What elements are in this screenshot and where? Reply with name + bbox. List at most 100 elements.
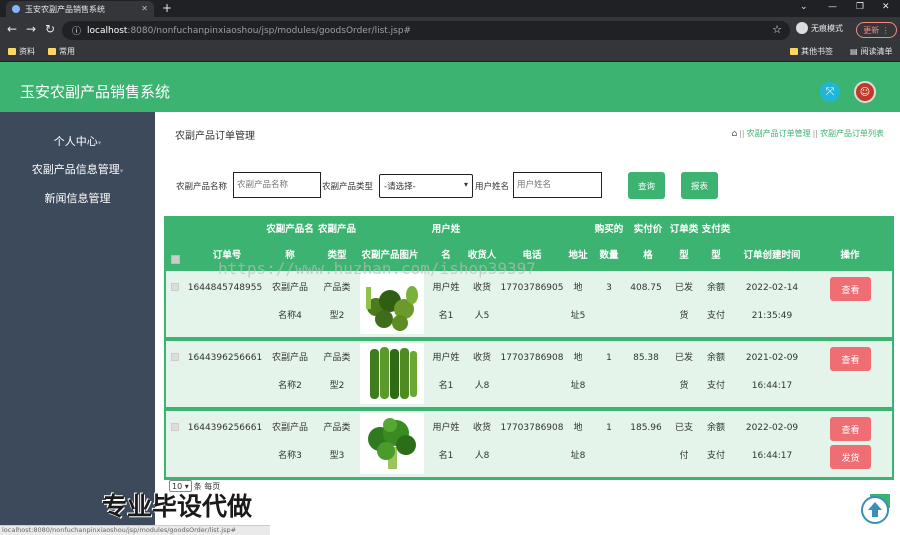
fullscreen-icon[interactable]: ⤧ [820, 82, 840, 102]
cell-address: 地 [573, 423, 583, 433]
view-button[interactable]: 查看 [830, 277, 871, 301]
row-checkbox[interactable] [171, 353, 179, 361]
close-window-icon[interactable]: ✕ [882, 2, 890, 12]
col-user-top: 用户姓 [431, 224, 461, 235]
cell-order-type: 货 [679, 381, 689, 391]
cell-user: 用户姓 [432, 353, 460, 363]
watermark-text: https://www.huzhan.com/ishop39397 [218, 259, 536, 278]
sidebar-item-news[interactable]: 新闻信息管理 [0, 190, 155, 206]
tab-close-icon[interactable]: ✕ [141, 4, 148, 13]
url-field[interactable]: ⓘ localhost:8080/nonfuchanpinxiaoshou/js… [62, 21, 790, 40]
home-icon[interactable]: ⌂ [732, 129, 738, 139]
bookmark-star-icon[interactable]: ☆ [772, 23, 782, 36]
col-ops: 操作 [840, 250, 860, 261]
app-title: 玉安农副产品销售系统 [20, 83, 171, 101]
cell-user: 名1 [438, 311, 454, 321]
col-price-bot: 格 [643, 250, 653, 261]
sidebar-item-label: 农副产品信息管理 [31, 163, 120, 176]
info-icon[interactable]: ⓘ [72, 24, 81, 37]
folder-icon [8, 48, 16, 55]
chevron-down-icon: ▾ [119, 167, 124, 175]
new-tab-icon[interactable]: + [162, 1, 172, 15]
cell-address: 址8 [570, 381, 586, 391]
table-row: 1644396256661 农副产品 名称2 产品类 型2 用户姓 名1 收货 … [166, 341, 892, 407]
chevron-down-icon: ▾ [463, 180, 468, 189]
bookmark-folder[interactable]: 常用 [48, 46, 75, 57]
reload-icon[interactable]: ↻ [45, 22, 55, 36]
promo-overlay-text: 专业毕设代做 [102, 492, 253, 521]
address-bar: ← → ↻ ⓘ localhost:8080/nonfuchanpinxiaos… [0, 17, 900, 43]
col-type-top: 农副产品 [317, 224, 356, 235]
user-name-input[interactable] [513, 172, 602, 198]
reading-list-icon: ▤ [850, 47, 858, 56]
tab-search-icon[interactable]: ⌄ [800, 2, 808, 12]
row-checkbox[interactable] [171, 283, 179, 291]
minimize-icon[interactable]: — [828, 2, 837, 12]
folder-icon [790, 48, 798, 55]
view-button[interactable]: 查看 [830, 417, 871, 441]
cell-order-type: 已发 [674, 283, 693, 293]
reading-list[interactable]: ▤ 阅读清单 [850, 46, 893, 57]
bookmark-label: 阅读清单 [860, 47, 893, 56]
cell-address: 地 [573, 353, 583, 363]
cell-type: 产品类 [323, 353, 351, 363]
breadcrumb-item[interactable]: 农副产品订单管理 [747, 128, 811, 139]
cell-phone: 17703786905 [500, 283, 564, 293]
url-host: localhost [87, 25, 128, 36]
back-icon[interactable]: ← [7, 22, 17, 36]
report-button[interactable]: 报表 [681, 172, 718, 199]
cell-pay-type: 余额 [706, 353, 725, 363]
sidebar-item-label: 新闻信息管理 [44, 192, 111, 205]
sidebar-item-product-info[interactable]: 农副产品信息管理▾ [0, 161, 155, 177]
cell-user: 名1 [438, 381, 454, 391]
cell-name: 农副产品 [271, 353, 308, 363]
bookmarks-bar: 资料 常用 其他书签 ▤ 阅读清单 [0, 43, 900, 62]
select-all-checkbox[interactable] [171, 255, 180, 264]
bookmark-folder[interactable]: 资料 [8, 46, 35, 57]
cell-pay-type: 支付 [706, 381, 725, 391]
cell-user: 用户姓 [432, 283, 460, 293]
forward-icon[interactable]: → [26, 22, 36, 36]
cell-address: 址8 [570, 451, 586, 461]
sidebar-item-label: 个人中心 [53, 135, 98, 148]
product-name-input[interactable] [233, 172, 321, 198]
col-created: 订单创建时间 [743, 250, 801, 261]
row-checkbox[interactable] [171, 423, 179, 431]
back-to-top-icon[interactable] [860, 494, 890, 524]
cell-created-time: 21:35:49 [751, 311, 793, 321]
incognito-icon [796, 22, 808, 34]
main-content: 农副产品订单管理 ⌂ || 农副产品订单管理 || 农副产品订单列表 农副产品名… [155, 112, 900, 535]
filter-type-label: 农副产品类型 [322, 182, 374, 192]
cell-qty: 1 [606, 353, 612, 363]
cell-order-no: 1644396256661 [187, 353, 263, 363]
filter-user-label: 用户姓名 [475, 182, 510, 192]
view-button[interactable]: 查看 [830, 347, 871, 371]
incognito-indicator[interactable]: 无痕模式 [796, 22, 843, 34]
cell-order-no: 1644396256661 [187, 423, 263, 433]
cell-receiver: 人5 [474, 311, 490, 321]
avatar[interactable]: ☺ [854, 81, 876, 103]
col-pay-top: 支付类 [701, 224, 731, 235]
cell-qty: 1 [606, 423, 612, 433]
update-button[interactable]: 更新 ⋮ [856, 22, 897, 38]
cell-pay-type: 余额 [706, 423, 725, 433]
table-row: 1644845748955 农副产品 名称4 产品类 型2 用户姓 名1 收货 … [166, 271, 892, 337]
search-button[interactable]: 查询 [628, 172, 665, 199]
restore-icon[interactable]: ❐ [856, 2, 864, 12]
product-type-select[interactable]: -请选择- ▾ [379, 174, 473, 198]
sidebar-item-personal-center[interactable]: 个人中心▾ [0, 133, 155, 149]
url-path: :8080/nonfuchanpinxiaoshou/jsp/modules/g… [127, 25, 412, 36]
update-label: 更新 [863, 25, 880, 35]
cell-address: 址5 [570, 311, 586, 321]
browser-tab[interactable]: 玉安农副产品销售系统 ✕ [6, 1, 154, 17]
cell-type: 型2 [329, 381, 345, 391]
incognito-label: 无痕模式 [811, 23, 843, 33]
cell-user: 名1 [438, 451, 454, 461]
other-bookmarks[interactable]: 其他书签 [790, 46, 833, 57]
table-row: 1644396256661 农副产品 名称3 产品类 型3 用户姓 名1 收货 … [166, 411, 892, 477]
browser-tabstrip: 玉安农副产品销售系统 ✕ + ⌄ — ❐ ✕ [0, 0, 900, 17]
ship-button[interactable]: 发货 [830, 445, 871, 469]
breadcrumb: ⌂ || 农副产品订单管理 || 农副产品订单列表 [731, 128, 885, 139]
bookmark-label: 其他书签 [801, 47, 833, 56]
cell-name: 名称3 [278, 451, 302, 461]
